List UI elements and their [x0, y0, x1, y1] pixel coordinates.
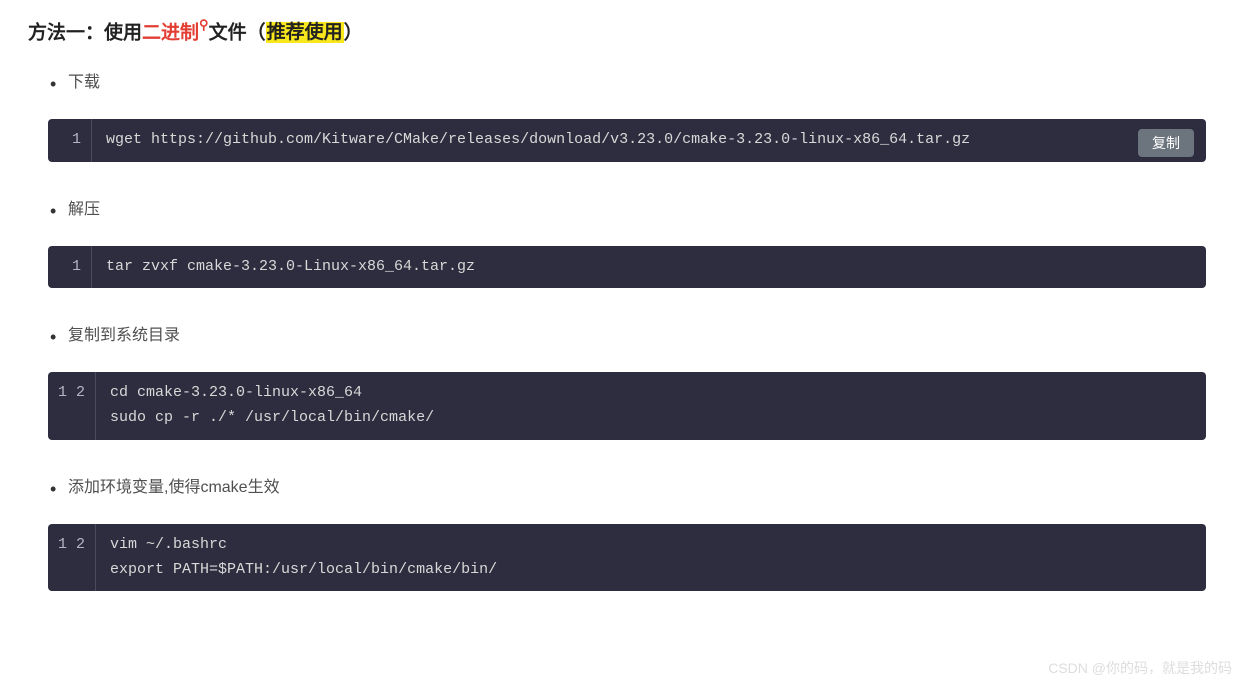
code-content[interactable]: tar zvxf cmake-3.23.0-Linux-x86_64.tar.g… — [92, 246, 1206, 289]
code-content[interactable]: vim ~/.bashrc export PATH=$PATH:/usr/loc… — [96, 524, 1206, 592]
heading-highlight: 推荐使用 — [266, 22, 344, 43]
code-block: 1wget https://github.com/Kitware/CMake/r… — [48, 119, 1206, 162]
heading-prefix: 方法一：使用 — [28, 22, 142, 43]
line-numbers: 1 2 — [48, 524, 96, 592]
watermark: CSDN @你的码，就是我的码 — [1048, 658, 1232, 678]
code-block: 1 2vim ~/.bashrc export PATH=$PATH:/usr/… — [48, 524, 1206, 592]
list-item: 下载 — [68, 71, 1226, 95]
code-content[interactable]: cd cmake-3.23.0-linux-x86_64 sudo cp -r … — [96, 372, 1206, 440]
list-item: 复制到系统目录 — [68, 324, 1226, 348]
heading-suffix: ） — [344, 22, 363, 43]
line-numbers: 1 2 — [48, 372, 96, 440]
code-block: 1 2cd cmake-3.23.0-linux-x86_64 sudo cp … — [48, 372, 1206, 440]
copy-button[interactable]: 复制 — [1138, 129, 1194, 157]
code-content[interactable]: wget https://github.com/Kitware/CMake/re… — [92, 119, 1206, 162]
code-block: 1tar zvxf cmake-3.23.0-Linux-x86_64.tar.… — [48, 246, 1206, 289]
line-numbers: 1 — [48, 119, 92, 162]
line-numbers: 1 — [48, 246, 92, 289]
heading-mid: 文件（ — [209, 22, 266, 43]
section-heading: 方法一：使用二进制⚲文件（推荐使用） — [28, 18, 1226, 47]
list-item: 添加环境变量,使得cmake生效 — [68, 476, 1226, 500]
binary-link[interactable]: 二进制 — [142, 22, 199, 43]
list-item: 解压 — [68, 198, 1226, 222]
search-icon[interactable]: ⚲ — [199, 17, 209, 32]
